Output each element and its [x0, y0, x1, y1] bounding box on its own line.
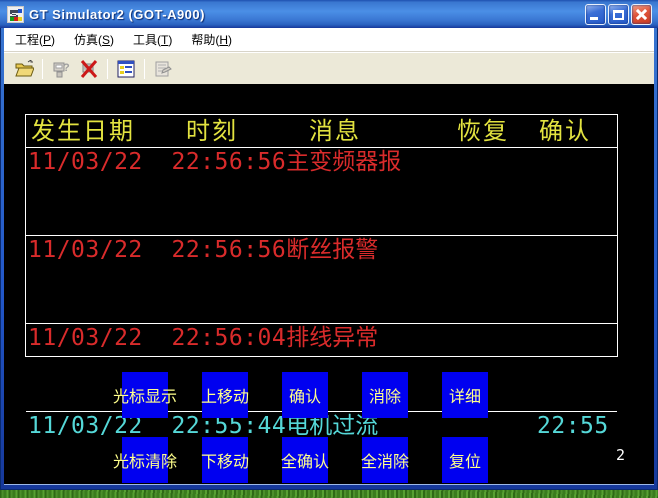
- header-confirm: 确认: [539, 115, 591, 147]
- menu-simulate[interactable]: 仿真(S): [66, 28, 122, 51]
- start-simulation-icon: ?: [49, 57, 73, 81]
- menu-project[interactable]: 工程(P): [7, 28, 63, 51]
- header-restore: 恢复: [457, 115, 509, 147]
- menu-tools[interactable]: 工具(T): [125, 28, 180, 51]
- header-date: 发生日期: [31, 115, 135, 147]
- move-down-button[interactable]: 下移动: [202, 437, 248, 483]
- maximize-icon: [613, 10, 624, 20]
- svg-text:?: ?: [63, 62, 70, 74]
- header-time: 时刻: [186, 115, 238, 147]
- alarm-row[interactable]: 11/03/22 22:56:56主变频器报: [26, 147, 617, 235]
- stop-simulation-icon[interactable]: [77, 57, 101, 81]
- title-bar[interactable]: GT Simulator2 (GOT-A900): [0, 0, 658, 28]
- toolbar-separator: [42, 59, 43, 79]
- confirm-time: 22:55: [537, 412, 609, 441]
- reset-button[interactable]: 复位: [442, 437, 488, 483]
- move-up-button[interactable]: 上移动: [202, 372, 248, 418]
- open-project-icon[interactable]: [12, 57, 36, 81]
- menu-help[interactable]: 帮助(H): [183, 28, 240, 51]
- got-screen: 发生日期 时刻 消息 恢复 确认 11/03/22 22:56:56主变频器报 …: [4, 84, 654, 484]
- option-icon: [151, 57, 175, 81]
- close-button[interactable]: [631, 4, 652, 25]
- device-monitor-icon[interactable]: [114, 57, 138, 81]
- alarm-table-header: 发生日期 时刻 消息 恢复 确认: [26, 115, 617, 147]
- window-bottom-edge: [4, 484, 654, 485]
- minimize-icon: [590, 17, 598, 20]
- toolbar-separator: [144, 59, 145, 79]
- minimize-button[interactable]: [585, 4, 606, 25]
- confirm-all-button[interactable]: 全确认: [282, 437, 328, 483]
- toolbar: ?: [4, 52, 654, 84]
- cursor-show-button[interactable]: 光标显示: [122, 372, 168, 418]
- clear-button[interactable]: 消除: [362, 372, 408, 418]
- menu-bar: 工程(P) 仿真(S) 工具(T) 帮助(H): [4, 28, 654, 52]
- alarm-table: 发生日期 时刻 消息 恢复 确认 11/03/22 22:56:56主变频器报 …: [25, 114, 618, 357]
- app-icon: [7, 6, 24, 23]
- screen-number: 2: [616, 446, 625, 464]
- window-title: GT Simulator2 (GOT-A900): [29, 7, 205, 22]
- detail-button[interactable]: 详细: [442, 372, 488, 418]
- clear-all-button[interactable]: 全消除: [362, 437, 408, 483]
- header-message: 消息: [309, 115, 361, 147]
- confirm-button[interactable]: 确认: [282, 372, 328, 418]
- cursor-clear-button[interactable]: 光标清除: [122, 437, 168, 483]
- app-window: GT Simulator2 (GOT-A900) 工程(P) 仿真(S) 工具(…: [0, 0, 658, 490]
- maximize-button[interactable]: [608, 4, 629, 25]
- alarm-row[interactable]: 11/03/22 22:56:56断丝报警: [26, 235, 617, 323]
- toolbar-separator: [107, 59, 108, 79]
